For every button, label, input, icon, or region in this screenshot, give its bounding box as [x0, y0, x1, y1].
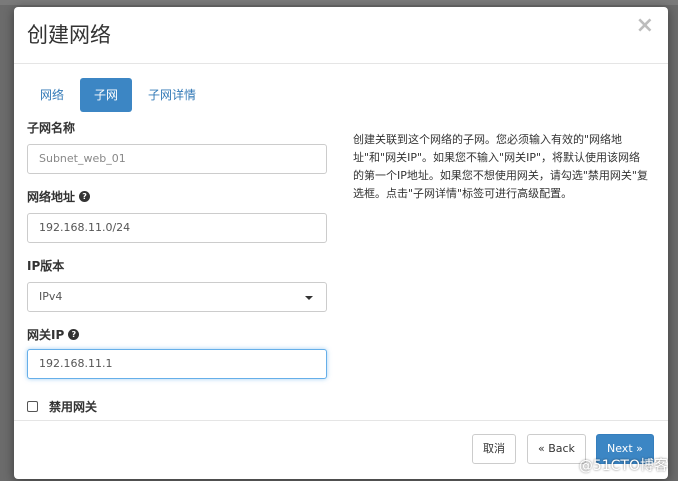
help-icon[interactable]: ? — [68, 328, 80, 340]
network-address-input[interactable]: 192.168.11.0/24 — [27, 213, 327, 243]
tab-subnet[interactable]: 子网 — [80, 78, 133, 112]
dialog-title: 创建网络 — [27, 23, 111, 47]
ip-version-label: IP版本 — [27, 257, 327, 273]
disable-gateway-label: 禁用网关 — [49, 399, 98, 414]
ip-version-select[interactable]: IPv4 — [27, 282, 327, 312]
network-address-label-text: 网络地址 — [27, 189, 76, 204]
close-button[interactable]: × — [636, 15, 654, 37]
back-button[interactable]: « Back — [527, 434, 586, 464]
help-description: 创建关联到这个网络的子网。您必须输入有效的"网络地址"和"网关IP"。如果您不输… — [353, 133, 648, 200]
tab-subnet-details[interactable]: 子网详情 — [134, 78, 210, 112]
gateway-ip-label-text: 网关IP — [27, 327, 65, 342]
gateway-ip-input[interactable]: 192.168.11.1 — [27, 349, 327, 379]
dialog-header: 创建网络 × — [14, 7, 668, 64]
help-icon[interactable]: ? — [79, 190, 91, 202]
backdrop — [0, 0, 678, 5]
gateway-ip-label: 网关IP ? — [27, 326, 327, 342]
caret-down-icon — [305, 296, 313, 300]
network-address-label: 网络地址 ? — [27, 188, 327, 204]
watermark: @51CTO博客 — [578, 458, 668, 474]
disable-gateway-checkbox[interactable] — [27, 400, 38, 412]
disable-gateway-row: 禁用网关 — [27, 398, 327, 414]
create-network-dialog: 创建网络 × 网络 子网 子网详情 子网名称 Subnet_web_01 网络地… — [14, 7, 668, 479]
wizard-tabs: 网络 子网 子网详情 — [26, 78, 212, 112]
subnet-form: 子网名称 Subnet_web_01 网络地址 ? 192.168.11.0/2… — [27, 119, 327, 414]
subnet-name-input[interactable]: Subnet_web_01 — [27, 144, 327, 174]
subnet-name-label-text: 子网名称 — [27, 120, 76, 135]
cancel-button[interactable]: 取消 — [472, 434, 516, 464]
tab-network[interactable]: 网络 — [26, 78, 78, 112]
ip-version-value: IPv4 — [39, 290, 63, 303]
dialog-footer: 取消 « Back Next » — [14, 420, 668, 479]
ip-version-label-text: IP版本 — [27, 258, 65, 273]
subnet-name-label: 子网名称 — [27, 119, 327, 135]
